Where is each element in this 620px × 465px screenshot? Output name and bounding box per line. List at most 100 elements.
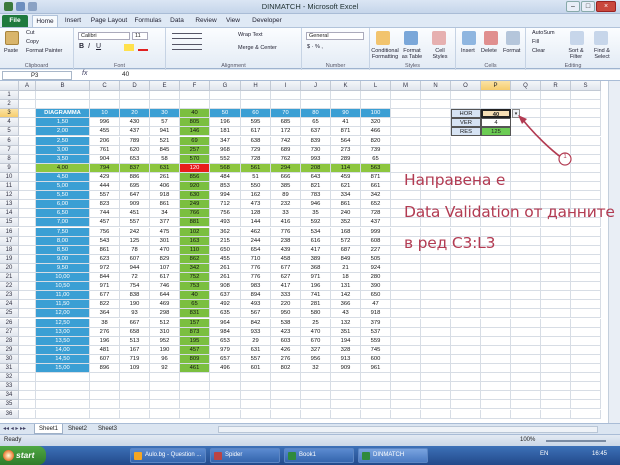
grid-cell[interactable] [541, 300, 571, 310]
table-cell[interactable]: 144 [241, 218, 271, 228]
table-cell[interactable]: 999 [361, 227, 391, 237]
table-cell[interactable]: 310 [150, 327, 180, 337]
tab-data[interactable]: Data [167, 15, 187, 27]
table-cell[interactable]: 842 [241, 318, 271, 328]
table-cell[interactable]: 190 [150, 345, 180, 355]
grid-cell[interactable] [481, 354, 511, 364]
table-cell[interactable]: 822 [90, 300, 120, 310]
grid-cell[interactable] [150, 100, 180, 110]
grid-cell[interactable] [571, 391, 601, 401]
row-header[interactable]: 33 [0, 382, 19, 392]
grid-cell[interactable] [541, 309, 571, 319]
grid-cell[interactable] [421, 254, 451, 264]
table-cell[interactable]: 65 [301, 118, 331, 128]
number-format-dropdown[interactable]: General [306, 32, 364, 40]
grid-cell[interactable] [511, 91, 541, 101]
table-cell[interactable]: 689 [271, 145, 301, 155]
grid-cell[interactable] [451, 263, 481, 273]
grid-cell[interactable] [391, 282, 421, 292]
table-cell[interactable]: 163 [180, 236, 210, 246]
grid-cell[interactable] [421, 273, 451, 283]
table-cell[interactable]: 240 [331, 209, 361, 219]
table-cell[interactable]: 853 [210, 182, 241, 192]
table-cell[interactable]: 35 [301, 209, 331, 219]
row-header[interactable]: 6 [0, 136, 19, 146]
grid-cell[interactable] [481, 382, 511, 392]
grid-cell[interactable] [180, 391, 210, 401]
fx-icon[interactable]: fx [82, 70, 87, 77]
column-header[interactable]: N [421, 81, 451, 91]
table-cell[interactable]: 227 [361, 245, 391, 255]
grid-cell[interactable] [391, 273, 421, 283]
table-cell[interactable]: 776 [271, 227, 301, 237]
table-cell[interactable]: 820 [361, 136, 391, 146]
table-header-value[interactable]: 10 [90, 109, 120, 119]
table-cell[interactable]: 766 [180, 209, 210, 219]
table-cell[interactable]: 994 [210, 191, 241, 201]
grid-cell[interactable] [421, 309, 451, 319]
grid-cell[interactable] [271, 382, 301, 392]
close-button[interactable]: × [596, 1, 616, 12]
copy-button[interactable]: Copy [26, 39, 39, 45]
grid-cell[interactable] [391, 191, 421, 201]
table-header-value[interactable]: 90 [331, 109, 361, 119]
font-size-dropdown[interactable]: 11 [132, 32, 148, 40]
table-cell[interactable]: 650 [361, 291, 391, 301]
table-row-label[interactable]: 10,00 [36, 273, 90, 283]
grid-cell[interactable] [19, 263, 36, 273]
clear-button[interactable]: Clear [532, 48, 545, 54]
table-cell[interactable]: 746 [150, 282, 180, 292]
format-as-table-button[interactable]: Format as Table [400, 48, 424, 60]
grid-cell[interactable] [571, 345, 601, 355]
grid-cell[interactable] [451, 373, 481, 383]
grid-cell[interactable] [391, 400, 421, 410]
grid-cell[interactable] [451, 318, 481, 328]
table-header-value[interactable]: 70 [271, 109, 301, 119]
align-icon[interactable] [172, 33, 202, 39]
grid-cell[interactable] [421, 282, 451, 292]
align-center-icon[interactable] [172, 44, 202, 50]
table-cell[interactable]: 196 [210, 118, 241, 128]
column-header[interactable]: F [180, 81, 210, 91]
grid-cell[interactable] [90, 91, 120, 101]
row-header[interactable]: 32 [0, 373, 19, 383]
start-button[interactable]: start [0, 446, 46, 465]
grid-cell[interactable] [571, 191, 601, 201]
row-header[interactable]: 16 [0, 227, 19, 237]
grid-cell[interactable] [451, 145, 481, 155]
table-cell[interactable]: 142 [331, 291, 361, 301]
table-cell[interactable]: 984 [210, 327, 241, 337]
grid-cell[interactable] [511, 300, 541, 310]
grid-cell[interactable] [210, 409, 241, 419]
grid-cell[interactable] [301, 400, 331, 410]
table-cell[interactable]: 461 [180, 364, 210, 374]
row-header[interactable]: 14 [0, 209, 19, 219]
table-cell[interactable]: 543 [90, 236, 120, 246]
table-cell[interactable]: 630 [180, 191, 210, 201]
grid-cell[interactable] [481, 300, 511, 310]
table-cell[interactable]: 289 [331, 154, 361, 164]
table-cell[interactable]: 637 [210, 291, 241, 301]
column-header[interactable]: M [391, 81, 421, 91]
grid-cell[interactable] [481, 409, 511, 419]
grid-cell[interactable] [541, 91, 571, 101]
table-cell[interactable]: 861 [150, 200, 180, 210]
table-cell[interactable]: 470 [301, 327, 331, 337]
wrap-text-button[interactable]: Wrap Text [238, 32, 263, 38]
table-cell[interactable]: 559 [361, 336, 391, 346]
grid-cell[interactable] [180, 373, 210, 383]
table-cell[interactable]: 366 [331, 300, 361, 310]
grid-cell[interactable] [361, 100, 391, 110]
grid-cell[interactable] [421, 109, 451, 119]
grid-cell[interactable] [511, 336, 541, 346]
grid-cell[interactable] [241, 91, 271, 101]
table-cell[interactable]: 301 [150, 236, 180, 246]
table-row-label[interactable]: 13,50 [36, 336, 90, 346]
grid-cell[interactable] [120, 409, 150, 419]
table-cell[interactable]: 567 [241, 309, 271, 319]
table-cell[interactable]: 29 [241, 336, 271, 346]
grid-cell[interactable] [421, 382, 451, 392]
grid-cell[interactable] [421, 154, 451, 164]
table-header-value[interactable]: 100 [361, 109, 391, 119]
table-cell[interactable]: 871 [361, 172, 391, 182]
